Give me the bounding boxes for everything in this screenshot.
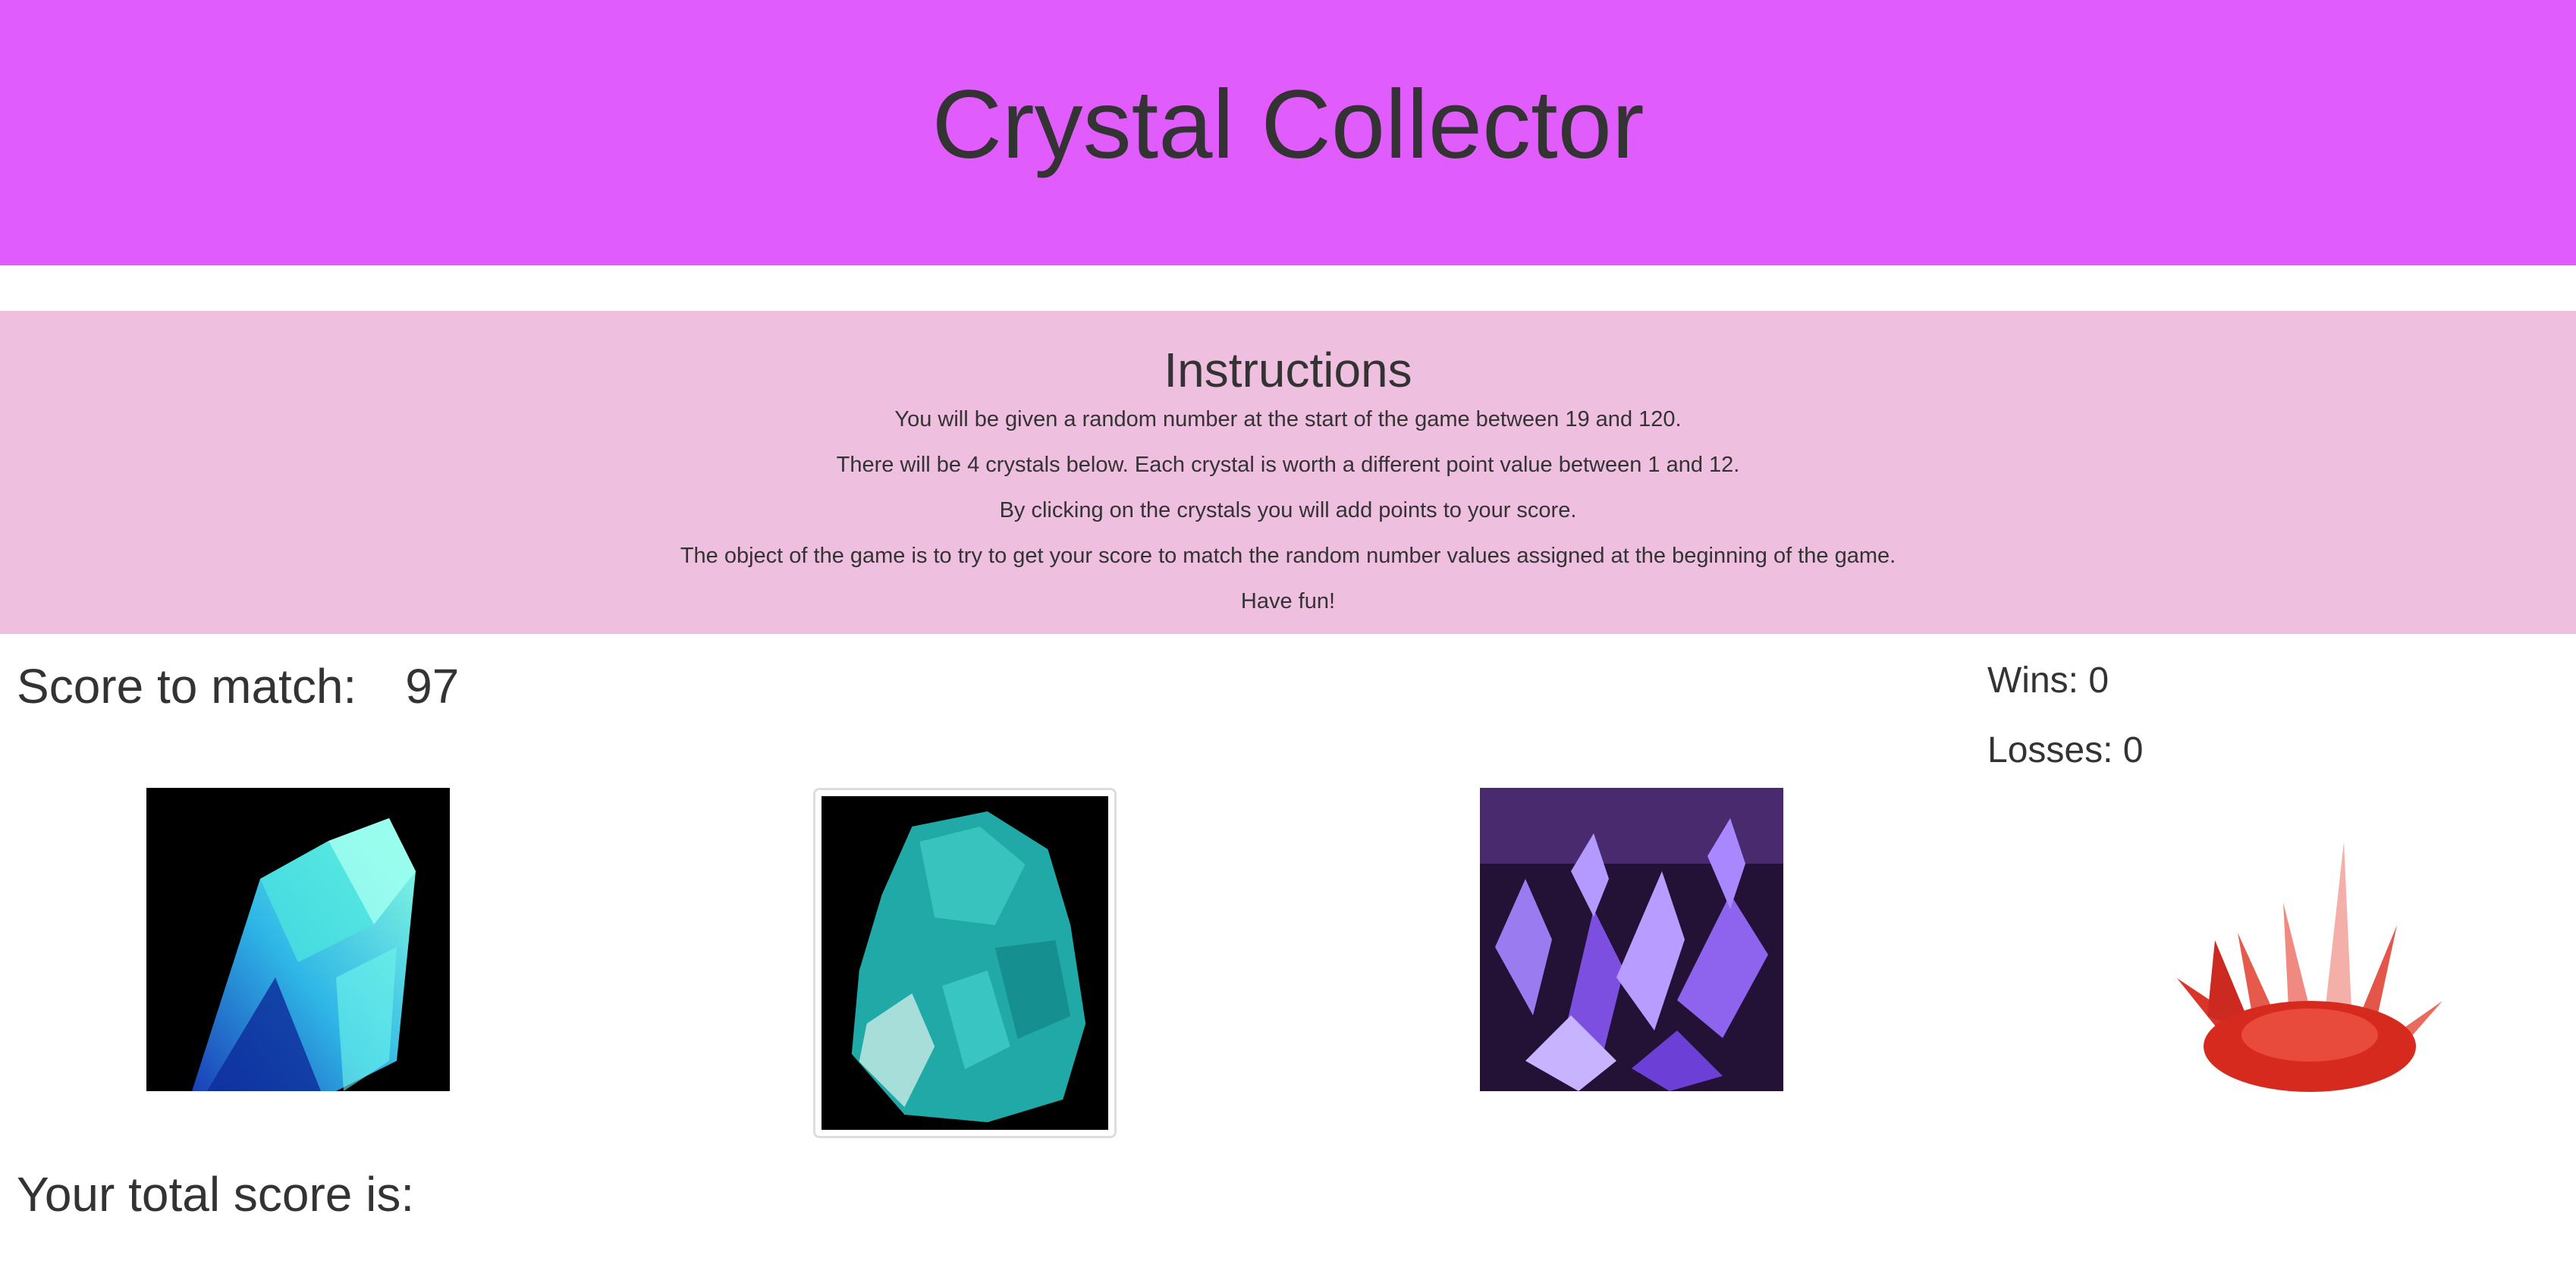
header-banner: Crystal Collector [0,0,2576,265]
losses-counter: Losses: 0 [1987,730,2144,770]
wins-counter: Wins: 0 [1987,660,2109,701]
instructions-heading: Instructions [1164,343,1412,397]
page-title: Crystal Collector [931,70,1645,179]
purple-crystal-icon [1480,788,1783,1091]
crystal-button-red[interactable] [2147,834,2450,1092]
crystal-button-purple[interactable] [1480,788,1783,1091]
instructions-panel: Instructions You will be given a random … [0,311,2576,634]
total-score-label: Your total score is: [17,1167,415,1222]
score-to-match: Score to match: 97 [17,658,459,714]
instruction-line-4: The object of the game is to try to get … [680,544,1896,568]
teal-crystal-icon [821,796,1108,1130]
crystal-button-blue[interactable] [146,788,450,1091]
score-to-match-value: 97 [405,659,460,714]
instruction-line-3: By clicking on the crystals you will add… [999,498,1577,522]
instruction-line-2: There will be 4 crystals below. Each cry… [836,453,1740,477]
score-to-match-label: Score to match: [17,659,357,714]
red-crystal-icon [2147,834,2450,1092]
crystal-button-teal[interactable] [813,788,1117,1138]
instruction-line-5: Have fun! [1240,589,1336,613]
blue-crystal-icon [146,788,450,1091]
instruction-line-1: You will be given a random number at the… [894,407,1682,431]
